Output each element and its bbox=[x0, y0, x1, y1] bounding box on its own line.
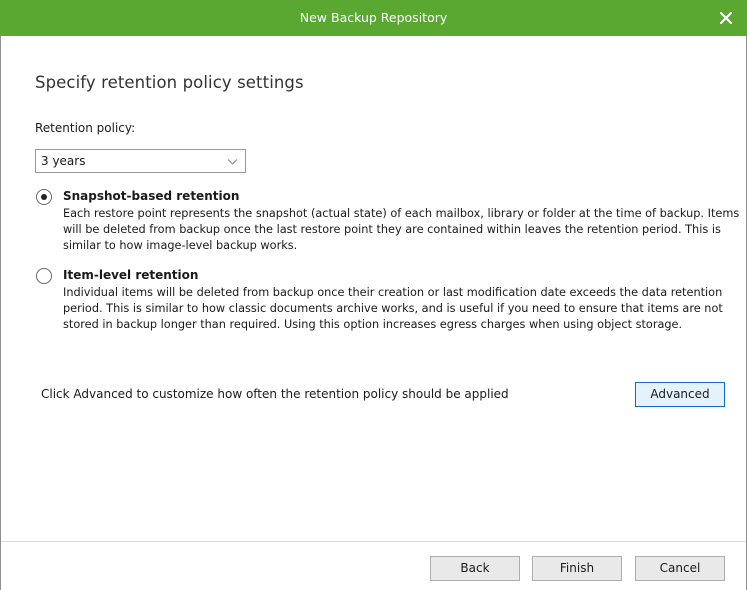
snapshot-retention-radio[interactable] bbox=[36, 189, 52, 205]
finish-button[interactable]: Finish bbox=[532, 556, 622, 581]
retention-policy-dropdown[interactable]: 3 years bbox=[35, 149, 246, 173]
chevron-down-icon bbox=[227, 159, 238, 165]
close-icon bbox=[720, 12, 732, 24]
footer-divider bbox=[1, 541, 746, 542]
close-button[interactable] bbox=[713, 5, 739, 31]
item-level-retention-description: Individual items will be deleted from ba… bbox=[63, 286, 723, 331]
advanced-hint-text: Click Advanced to customize how often th… bbox=[41, 387, 509, 401]
advanced-button[interactable]: Advanced bbox=[635, 382, 725, 407]
snapshot-retention-description: Each restore point represents the snapsh… bbox=[63, 207, 740, 252]
back-button[interactable]: Back bbox=[430, 556, 520, 581]
cancel-button[interactable]: Cancel bbox=[635, 556, 725, 581]
retention-policy-value: 3 years bbox=[41, 154, 86, 168]
window-title: New Backup Repository bbox=[299, 10, 448, 25]
snapshot-retention-title[interactable]: Snapshot-based retention bbox=[63, 189, 239, 203]
item-level-retention-title[interactable]: Item-level retention bbox=[63, 268, 198, 282]
option-item-level: Item-level retention Individual items wi… bbox=[36, 268, 736, 358]
window-border-left bbox=[0, 36, 1, 590]
title-bar: New Backup Repository bbox=[0, 0, 747, 36]
retention-policy-label: Retention policy: bbox=[35, 121, 136, 135]
page-heading: Specify retention policy settings bbox=[35, 73, 304, 92]
radio-selected-dot bbox=[41, 194, 47, 200]
dialog-window: New Backup Repository Specify retention … bbox=[0, 0, 747, 590]
item-level-retention-radio[interactable] bbox=[36, 268, 52, 284]
option-snapshot-based: Snapshot-based retention Each restore po… bbox=[36, 189, 739, 259]
